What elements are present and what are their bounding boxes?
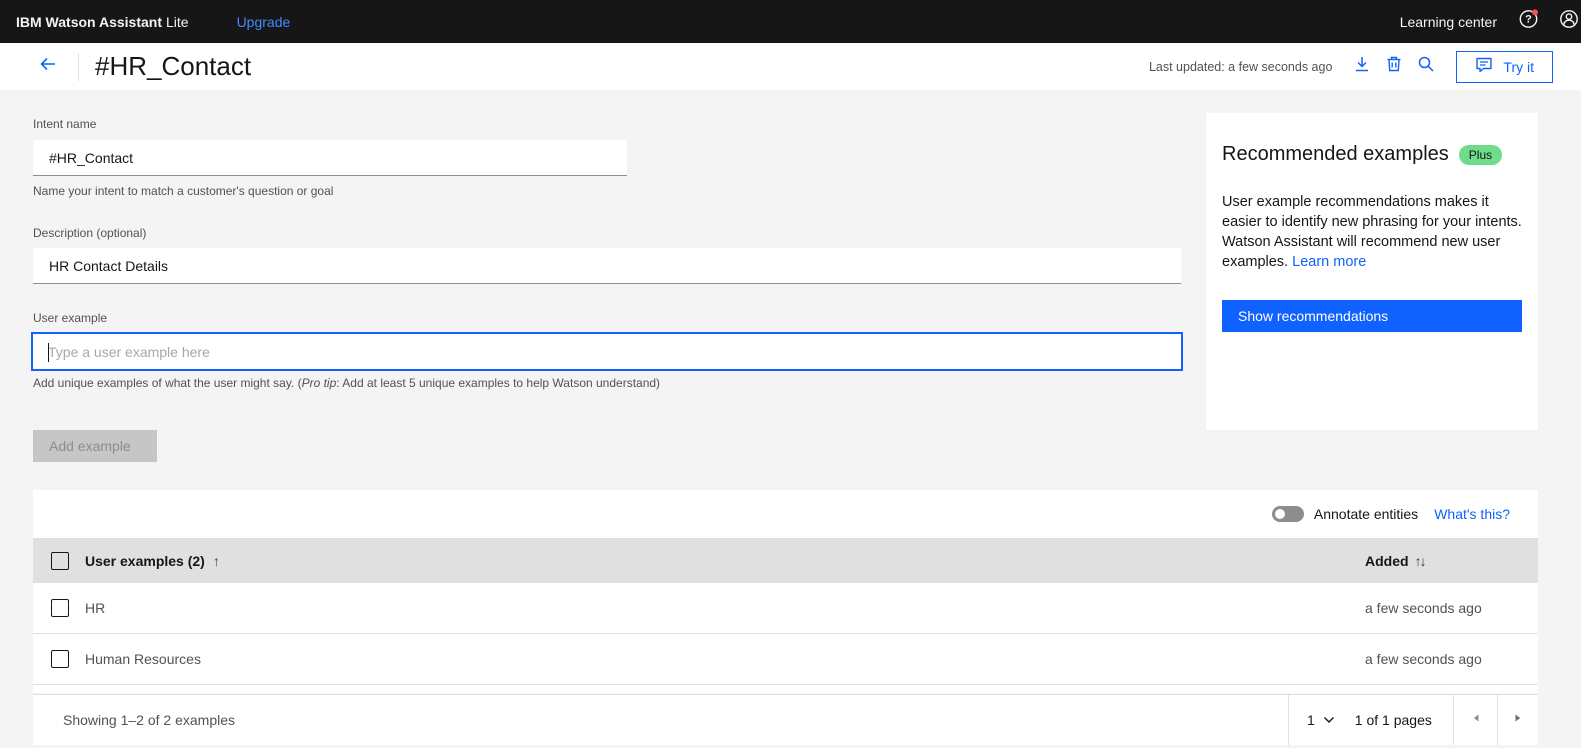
user-example-input[interactable]: [33, 334, 1181, 369]
intent-name-label: Intent name: [33, 117, 97, 131]
learning-center-link[interactable]: Learning center: [1400, 14, 1497, 30]
back-arrow-icon: [38, 54, 58, 79]
card-body: User example recommendations makes it ea…: [1222, 194, 1522, 270]
added-column-header[interactable]: Added ↑↓: [1365, 552, 1427, 569]
pagination-bar: Showing 1–2 of 2 examples 1 1 of 1 pages: [33, 694, 1538, 745]
intent-header: #HR_Contact Last updated: a few seconds …: [0, 43, 1581, 90]
avatar-icon: [1557, 7, 1581, 36]
back-button[interactable]: [32, 51, 64, 83]
brand-edition: Lite: [165, 13, 189, 30]
help-icon: ?: [1517, 7, 1541, 36]
delete-button[interactable]: [1378, 51, 1410, 83]
page-title: #HR_Contact: [95, 51, 252, 81]
help-button[interactable]: ?: [1509, 0, 1549, 43]
helper-protip: Pro tip: [301, 376, 337, 390]
top-app-bar: IBM Watson Assistant Lite Upgrade Learnin…: [0, 0, 1581, 43]
plus-badge: Plus: [1458, 144, 1503, 165]
search-button[interactable]: [1410, 51, 1442, 83]
intent-name-input[interactable]: [33, 140, 627, 176]
annotate-entities-row: Annotate entities What's this?: [33, 490, 1538, 538]
whats-this-link[interactable]: What's this?: [1434, 506, 1510, 522]
svg-text:?: ?: [1525, 14, 1532, 26]
annotate-entities-label: Annotate entities: [1313, 506, 1419, 522]
last-updated-text: Last updated: a few seconds ago: [1148, 59, 1333, 74]
previous-page-button[interactable]: [1453, 695, 1497, 745]
watson-assistant-intent-page: IBM Watson Assistant Lite Upgrade Learnin…: [0, 0, 1581, 748]
added-column-label: Added: [1365, 552, 1409, 569]
select-all-checkbox[interactable]: [51, 551, 69, 570]
pagination-showing-text: Showing 1–2 of 2 examples: [63, 712, 235, 728]
example-added: a few seconds ago: [1365, 651, 1482, 667]
recommended-examples-card: Recommended examples Plus User example r…: [1206, 113, 1538, 430]
next-page-button[interactable]: [1497, 695, 1538, 745]
example-added: a few seconds ago: [1365, 600, 1482, 616]
row-checkbox[interactable]: [51, 599, 69, 617]
upgrade-link[interactable]: Upgrade: [237, 14, 291, 30]
user-examples-column-label: User examples (2): [85, 552, 205, 569]
user-example-label: User example: [33, 311, 108, 325]
trash-icon: [1385, 55, 1403, 78]
page-number-value: 1: [1307, 712, 1315, 728]
show-recommendations-button[interactable]: Show recommendations: [1222, 300, 1522, 332]
row-checkbox[interactable]: [51, 650, 69, 668]
brand-main: IBM Watson Assistant: [16, 13, 162, 30]
helper-prefix: Add unique examples of what the user mig…: [33, 376, 302, 390]
card-body-text: User example recommendations makes it ea…: [1222, 192, 1522, 272]
helper-suffix: : Add at least 5 unique examples to help…: [336, 376, 661, 390]
annotate-entities-toggle[interactable]: [1271, 506, 1304, 522]
user-examples-panel: Annotate entities What's this? User exam…: [33, 490, 1538, 693]
caret-left-icon: [1471, 711, 1481, 729]
text-cursor: [48, 343, 49, 362]
example-text: HR: [85, 600, 106, 616]
sort-both-icon[interactable]: ↑↓: [1415, 553, 1427, 569]
table-row[interactable]: HR a few seconds ago: [33, 583, 1538, 634]
try-it-label: Try it: [1503, 58, 1534, 75]
search-icon: [1417, 55, 1435, 78]
header-divider: [78, 52, 79, 81]
download-icon: [1353, 55, 1371, 78]
user-example-field: [31, 332, 1183, 371]
page-number-select[interactable]: 1 1 of 1 pages: [1288, 695, 1453, 745]
account-button[interactable]: [1549, 0, 1581, 43]
description-input[interactable]: [33, 248, 1181, 284]
card-title-row: Recommended examples Plus: [1222, 143, 1522, 166]
user-examples-column-header[interactable]: User examples (2) ↑: [85, 553, 220, 569]
table-header-row: User examples (2) ↑ Added ↑↓: [33, 538, 1538, 583]
table-row[interactable]: Human Resources a few seconds ago: [33, 634, 1538, 685]
chat-icon: [1475, 56, 1493, 77]
try-it-button[interactable]: Try it: [1456, 50, 1553, 83]
description-label: Description (optional): [33, 226, 147, 240]
pages-count-text: 1 of 1 pages: [1354, 712, 1432, 728]
user-example-helper: Add unique examples of what the user mig…: [33, 376, 660, 390]
sort-ascending-icon[interactable]: ↑: [213, 553, 220, 569]
caret-right-icon: [1513, 711, 1523, 729]
app-brand: IBM Watson Assistant Lite: [16, 14, 189, 30]
chevron-down-icon: [1323, 716, 1335, 724]
add-example-button[interactable]: Add example: [33, 430, 157, 462]
example-text: Human Resources: [85, 651, 201, 667]
toggle-knob: [1274, 509, 1285, 519]
card-title: Recommended examples: [1222, 143, 1449, 165]
intent-name-helper: Name your intent to match a customer's q…: [33, 184, 334, 198]
download-button[interactable]: [1346, 51, 1378, 83]
topbar-right-group: Learning center ?: [1400, 0, 1581, 43]
header-actions: Last updated: a few seconds ago Try it: [1148, 50, 1553, 83]
learn-more-link[interactable]: Learn more: [1292, 254, 1366, 270]
